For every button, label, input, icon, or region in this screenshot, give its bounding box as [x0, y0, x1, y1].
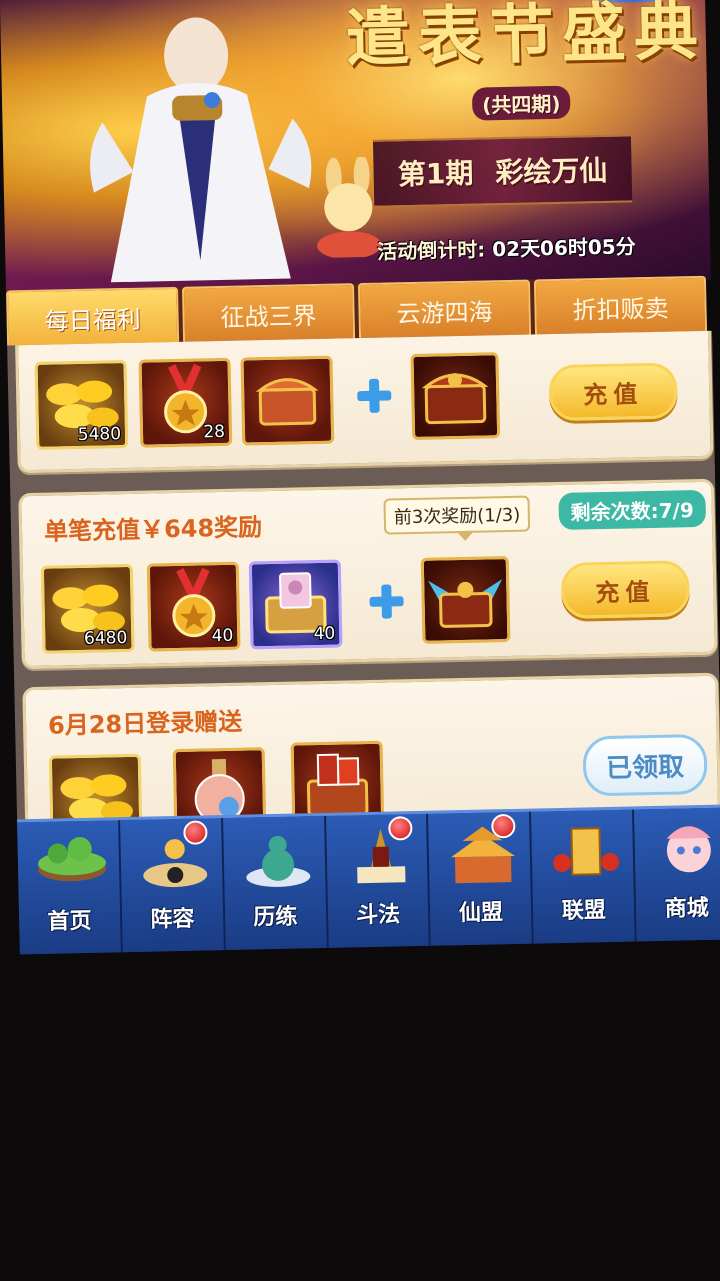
- gold-ingots-art: [60, 774, 133, 822]
- gold-ingots-icon[interactable]: 6480: [40, 563, 135, 654]
- shop-girl-icon: [666, 826, 712, 873]
- tab-four-seas[interactable]: 云游四海: [357, 279, 532, 342]
- treasure-chest-icon[interactable]: [240, 355, 335, 446]
- nav-label: 阵容: [150, 906, 195, 933]
- chest-art: [255, 378, 319, 426]
- tab-three-realms[interactable]: 征战三界: [181, 283, 356, 345]
- tab-discount-sale[interactable]: 折扣贩卖: [533, 275, 708, 338]
- nav-home[interactable]: 首页: [17, 820, 123, 955]
- item-count: 40: [313, 623, 336, 645]
- notification-dot: [182, 820, 208, 845]
- winged-chest-art: [428, 579, 503, 628]
- reward-card: 6月28日登录赠送 已领取: [22, 672, 720, 826]
- reward-tooltip: 前3次奖励(1/3): [383, 495, 531, 535]
- countdown-label: 活动倒计时:: [377, 237, 486, 264]
- nav-training[interactable]: 历练: [222, 815, 329, 951]
- reward-list[interactable]: 5480 28 充值 单笔充值￥648奖励 剩余次数:7/9 前3次奖励(1/3…: [7, 330, 720, 826]
- claimed-button[interactable]: 已领取: [582, 733, 708, 797]
- alliance-banner-icon: [553, 827, 620, 876]
- period-name: 彩绘万仙: [495, 153, 608, 190]
- medal-icon[interactable]: 40: [146, 561, 241, 652]
- nav-label: 联盟: [561, 898, 607, 924]
- reward-card: 5480 28 充值: [14, 330, 714, 474]
- nav-label: 仙盟: [458, 900, 504, 927]
- portrait-chest-icon[interactable]: 40: [248, 559, 343, 650]
- winged-chest-icon[interactable]: [420, 556, 511, 644]
- nav-label: 斗法: [355, 902, 401, 929]
- nav-battle[interactable]: 斗法: [325, 813, 432, 948]
- game-screen: 遣表节盛典 (共四期) 第1期 彩绘万仙 活动倒计时: 02天06时05分 每日…: [0, 0, 720, 967]
- item-count: 6480: [83, 628, 128, 649]
- card-title: 单笔充值￥648奖励: [43, 513, 263, 546]
- nav-shop[interactable]: 商城: [634, 807, 720, 942]
- recharge-button[interactable]: 充值: [560, 560, 690, 619]
- countdown-value: 02天06时05分: [491, 234, 636, 262]
- gold-ingots-icon[interactable]: 5480: [34, 359, 129, 450]
- gold-ingots-icon[interactable]: [48, 753, 143, 826]
- plus-icon: [357, 378, 392, 413]
- plus-icon: [369, 584, 404, 619]
- card-title: 6月28日登录赠送: [47, 707, 243, 740]
- period-number: 第1期: [397, 156, 474, 192]
- period-banner: 第1期 彩绘万仙: [372, 134, 633, 208]
- nav-formation[interactable]: 阵容: [119, 818, 226, 953]
- ornate-chest-art: [421, 373, 489, 425]
- remaining-count-badge: 剩余次数:7/9: [558, 489, 707, 530]
- monk-character-art: [90, 17, 312, 283]
- recharge-button[interactable]: 充值: [548, 362, 678, 422]
- countdown-timer: 活动倒计时: 02天06时05分: [377, 230, 636, 264]
- nav-label: 历练: [253, 904, 298, 931]
- floating-island-icon: [38, 837, 107, 882]
- nav-label: 商城: [664, 895, 709, 922]
- gourd-icon: [246, 835, 311, 887]
- bottom-navigation: 首页 阵容 历练 斗法 仙盟 联盟 商城: [17, 804, 720, 955]
- event-banner: 遣表节盛典 (共四期) 第1期 彩绘万仙 活动倒计时: 02天06时05分: [0, 0, 711, 295]
- ornate-chest-icon[interactable]: [410, 352, 501, 441]
- reward-card: 单笔充值￥648奖励 剩余次数:7/9 前3次奖励(1/3) 6480 40 4…: [18, 478, 718, 670]
- event-subtitle: (共四期): [471, 85, 571, 121]
- medal-icon[interactable]: 28: [138, 357, 233, 448]
- event-title-art: 遣表节盛典: [345, 0, 707, 77]
- item-count: 5480: [77, 424, 122, 446]
- item-count: 28: [203, 421, 226, 443]
- nav-alliance[interactable]: 联盟: [531, 809, 637, 944]
- tab-daily-welfare[interactable]: 每日福利: [6, 286, 180, 349]
- nav-label: 首页: [47, 908, 92, 935]
- item-count: 40: [211, 625, 234, 647]
- nav-immortal-guild[interactable]: 仙盟: [428, 811, 535, 946]
